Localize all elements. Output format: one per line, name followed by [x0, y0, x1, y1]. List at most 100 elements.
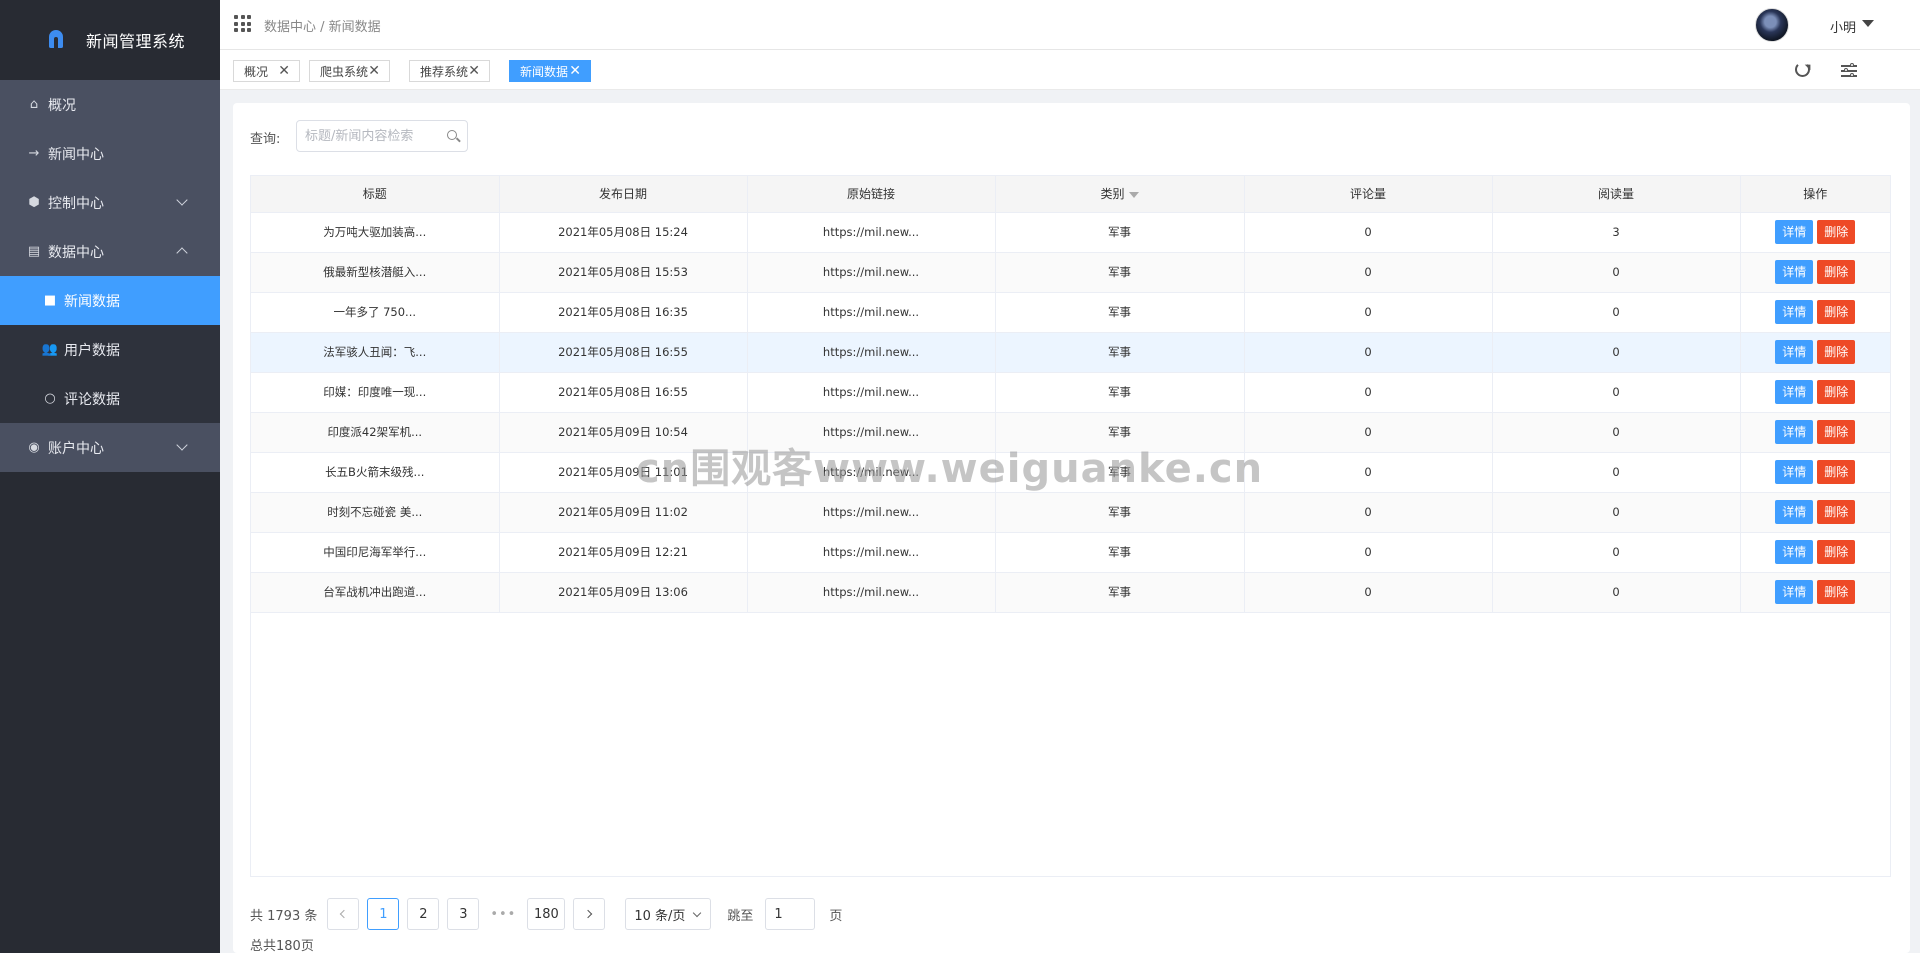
detail-button[interactable]: 详情 — [1775, 420, 1814, 444]
delete-button[interactable]: 删除 — [1817, 340, 1856, 364]
column-header-link[interactable]: 原始链接 — [747, 176, 996, 213]
cell-date: 2021年05月08日 16:35 — [499, 292, 748, 333]
sidebar-item-control-center[interactable]: ⬢ 控制中心 — [0, 178, 220, 227]
search-input[interactable] — [297, 121, 437, 151]
page-button[interactable]: 180 — [527, 898, 566, 930]
table-row: 一年多了 750... 2021年05月08日 16:35 https://mil.… — [251, 292, 1890, 333]
delete-button[interactable]: 删除 — [1817, 300, 1856, 324]
detail-button[interactable]: 详情 — [1775, 220, 1814, 244]
cell-actions: 详情 删除 — [1740, 452, 1890, 493]
arrow-right-icon: → — [28, 146, 40, 161]
cell-title: 法军骇人丑闻：飞... — [251, 332, 500, 373]
cell-date: 2021年05月08日 16:55 — [499, 372, 748, 413]
page-button[interactable]: 3 — [447, 898, 480, 930]
cell-reads: 0 — [1492, 452, 1741, 493]
cell-link: https://mil.new... — [747, 252, 996, 293]
app-logo: 新闻管理系统 — [0, 0, 220, 80]
sidebar-item-label: 账户中心 — [48, 440, 104, 457]
cell-link: https://mil.new... — [747, 492, 996, 533]
detail-button[interactable]: 详情 — [1775, 300, 1814, 324]
detail-button[interactable]: 详情 — [1775, 500, 1814, 524]
column-header-date[interactable]: 发布日期 — [499, 176, 748, 213]
username[interactable]: 小明 — [1830, 17, 1856, 36]
jump-page-input[interactable] — [765, 898, 816, 930]
refresh-icon[interactable] — [1795, 62, 1810, 77]
cell-comments: 0 — [1244, 492, 1493, 533]
tag-label: 爬虫系统 — [320, 64, 369, 79]
top-header: 数据中心 / 新闻数据 小明 — [220, 0, 1920, 50]
delete-button[interactable]: 删除 — [1817, 500, 1856, 524]
page-unit: 页 — [829, 908, 843, 924]
cell-date: 2021年05月09日 11:02 — [499, 492, 748, 533]
news-table: 标题 发布日期 原始链接 类别 评论量 阅读量 操作 为万吨大驱加装高... 20… — [250, 175, 1891, 877]
sidebar-item-label: 新闻数据 — [64, 293, 120, 310]
cell-category: 军事 — [995, 372, 1245, 413]
apps-grid-icon[interactable] — [234, 15, 251, 32]
delete-button[interactable]: 删除 — [1817, 260, 1856, 284]
chevron-down-icon — [176, 194, 188, 206]
cell-date: 2021年05月08日 15:53 — [499, 252, 748, 293]
detail-button[interactable]: 详情 — [1775, 260, 1814, 284]
cell-title: 长五B火箭末级残... — [251, 452, 500, 493]
detail-button[interactable]: 详情 — [1775, 340, 1814, 364]
delete-button[interactable]: 删除 — [1817, 580, 1856, 604]
close-icon[interactable]: ✕ — [278, 63, 290, 79]
cell-category: 军事 — [995, 292, 1245, 333]
cell-title: 时刻不忘碰瓷 美... — [251, 492, 500, 533]
tag-recommend-system[interactable]: 推荐系统 ✕ — [409, 60, 490, 82]
delete-button[interactable]: 删除 — [1817, 460, 1856, 484]
tag-news-data[interactable]: 新闻数据 ✕ — [509, 60, 591, 82]
prev-page-button[interactable] — [327, 898, 360, 930]
delete-button[interactable]: 删除 — [1817, 220, 1856, 244]
close-icon[interactable]: ✕ — [368, 63, 380, 79]
tag-crawler-system[interactable]: 爬虫系统 ✕ — [309, 60, 390, 82]
detail-button[interactable]: 详情 — [1775, 580, 1814, 604]
delete-button[interactable]: 删除 — [1817, 540, 1856, 564]
tag-overview[interactable]: 概况 ✕ — [233, 60, 300, 82]
sidebar-item-user-data[interactable]: 👥 用户数据 — [0, 325, 220, 374]
cell-reads: 0 — [1492, 372, 1741, 413]
page-button[interactable]: 2 — [407, 898, 440, 930]
search-box — [296, 120, 468, 152]
table-header: 标题 发布日期 原始链接 类别 评论量 阅读量 操作 — [251, 176, 1890, 213]
cell-date: 2021年05月09日 11:01 — [499, 452, 748, 493]
cube-icon: ⬢ — [28, 195, 40, 210]
page-button[interactable]: 1 — [367, 898, 400, 930]
sidebar-item-overview[interactable]: ⌂ 概况 — [0, 80, 220, 129]
sidebar-item-comment-data[interactable]: ○ 评论数据 — [0, 374, 220, 423]
caret-down-icon[interactable] — [1862, 20, 1874, 27]
delete-button[interactable]: 删除 — [1817, 380, 1856, 404]
table-row: 长五B火箭末级残... 2021年05月09日 11:01 https://mil.… — [251, 452, 1890, 493]
close-icon[interactable]: ✕ — [569, 63, 581, 79]
cell-reads: 3 — [1492, 212, 1741, 253]
ellipsis[interactable]: ••• — [487, 907, 519, 922]
detail-button[interactable]: 详情 — [1775, 460, 1814, 484]
detail-button[interactable]: 详情 — [1775, 380, 1814, 404]
cell-comments: 0 — [1244, 332, 1493, 373]
delete-button[interactable]: 删除 — [1817, 420, 1856, 444]
settings-sliders-icon[interactable] — [1841, 62, 1857, 77]
avatar[interactable] — [1755, 8, 1789, 42]
sidebar-item-account-center[interactable]: ◉ 账户中心 — [0, 423, 220, 472]
cell-link: https://mil.new... — [747, 572, 996, 613]
cell-title: 台军战机冲出跑道... — [251, 572, 500, 613]
table-icon: ■ — [43, 293, 57, 308]
filter-icon[interactable] — [1128, 191, 1139, 198]
app-title: 新闻管理系统 — [86, 32, 186, 51]
sidebar-item-data-center[interactable]: ▤ 数据中心 — [0, 227, 220, 276]
sidebar-item-news-center[interactable]: → 新闻中心 — [0, 129, 220, 178]
sidebar-item-news-data[interactable]: ■ 新闻数据 — [0, 276, 220, 325]
column-header-comments[interactable]: 评论量 — [1244, 176, 1493, 213]
cell-link: https://mil.new... — [747, 532, 996, 573]
cell-category: 军事 — [995, 572, 1245, 613]
search-icon[interactable] — [447, 130, 457, 140]
sidebar-nav: ⌂ 概况 → 新闻中心 ⬢ 控制中心 ▤ 数据中心 ■ 新闻数据 👥 用户数据 — [0, 80, 220, 472]
next-page-button[interactable] — [573, 898, 606, 930]
column-header-reads[interactable]: 阅读量 — [1492, 176, 1741, 213]
page-size-select[interactable]: 10 条/页 — [625, 898, 712, 930]
column-header-title[interactable]: 标题 — [251, 176, 500, 213]
close-icon[interactable]: ✕ — [468, 63, 480, 79]
tag-label: 推荐系统 — [420, 64, 469, 79]
detail-button[interactable]: 详情 — [1775, 540, 1814, 564]
column-header-category[interactable]: 类别 — [995, 176, 1245, 213]
